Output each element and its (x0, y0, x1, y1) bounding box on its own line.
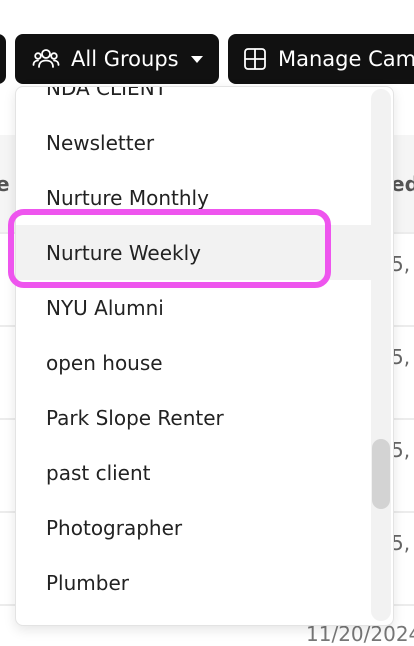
dropdown-scrollbar-thumb[interactable] (372, 439, 390, 509)
dropdown-item-newsletter[interactable]: Newsletter (16, 115, 378, 170)
dropdown-item-park-slope-renter[interactable]: Park Slope Renter (16, 390, 378, 445)
manage-campaigns-label: Manage Campaigns (278, 47, 414, 71)
grid-icon (242, 44, 268, 74)
dropdown-item-past-client[interactable]: past client (16, 445, 378, 500)
table-header-left-fragment: e (0, 172, 10, 196)
groups-dropdown-menu: NDA CLIENT Newsletter Nurture Monthly Nu… (15, 86, 394, 626)
dropdown-item-nda-client[interactable]: NDA CLIENT (16, 87, 378, 115)
dropdown-item-nyu-alumni[interactable]: NYU Alumni (16, 280, 378, 335)
dropdown-item-open-house[interactable]: open house (16, 335, 378, 390)
all-groups-dropdown-button[interactable]: All Groups (15, 34, 219, 84)
table-header-right-fragment: ed (391, 172, 414, 196)
page: e ed 5, 5, 5, 5, 11/20/2024 All Groups M… (0, 0, 414, 646)
caret-down-icon (190, 55, 203, 63)
all-groups-label: All Groups (71, 47, 179, 71)
dropdown-item-nurture-monthly[interactable]: Nurture Monthly (16, 170, 378, 225)
dropdown-item-nurture-weekly[interactable]: Nurture Weekly (16, 225, 378, 280)
dropdown-scrollbar-track[interactable] (371, 89, 391, 621)
dropdown-item-photographer[interactable]: Photographer (16, 500, 378, 555)
toolbar: All Groups Manage Campaigns (0, 0, 414, 92)
users-group-icon (31, 44, 61, 74)
dropdown-item-plumber[interactable]: Plumber (16, 555, 378, 610)
toolbar-button-partial[interactable] (0, 34, 6, 84)
manage-campaigns-button[interactable]: Manage Campaigns (228, 34, 414, 84)
